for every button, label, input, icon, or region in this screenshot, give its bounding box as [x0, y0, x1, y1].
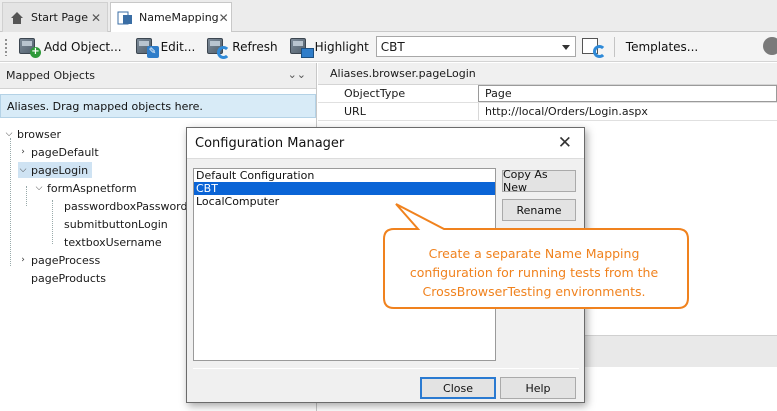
tab-label: Start Page [31, 11, 88, 24]
configuration-manager-button[interactable] [580, 36, 606, 58]
highlight-icon [288, 36, 314, 58]
tree-node[interactable]: ⌵ browser [4, 126, 61, 142]
tree-node-label: submitbuttonLogin [64, 217, 168, 231]
namemapping-icon [117, 10, 133, 26]
toolbar-grip[interactable] [4, 37, 8, 56]
aliases-drop-hint[interactable]: Aliases. Drag mapped objects here. [0, 94, 316, 118]
tree-node-label: passwordboxPassword [64, 199, 188, 213]
tree-node-label: browser [17, 127, 62, 141]
edit-button[interactable]: ✎ Edit... [131, 35, 199, 59]
tree-node-label: pageProcess [31, 253, 101, 267]
callout-line: Create a separate Name Mapping [428, 245, 640, 261]
expanded-icon[interactable]: ⌵ [34, 183, 44, 193]
tree-node-label: formAspnetform [47, 181, 137, 195]
property-value[interactable]: http://local/Orders/Login.aspx [478, 103, 777, 120]
help-label: Help [525, 381, 551, 395]
close-icon[interactable]: ✕ [219, 11, 229, 25]
collapse-chevron-icon[interactable]: ⌄⌄ [288, 68, 306, 81]
templates-label: Templates... [625, 39, 699, 54]
property-name: URL [344, 105, 366, 118]
highlight-label: Highlight [314, 39, 369, 54]
close-icon[interactable]: ✕ [558, 133, 572, 153]
expanded-icon[interactable]: ⌵ [4, 129, 14, 139]
tree-node-label: pageLogin [31, 163, 89, 177]
close-icon[interactable]: ✕ [91, 11, 101, 25]
tree-node[interactable]: › pageProcess [18, 252, 100, 268]
collapsed-icon[interactable]: › [18, 147, 28, 157]
refresh-button[interactable]: Refresh [202, 35, 280, 59]
edit-label: Edit... [160, 39, 196, 54]
dialog-title-bar: Configuration Manager ✕ [187, 128, 584, 159]
refresh-icon [205, 36, 231, 59]
object-path-header: Aliases.browser.pageLogin [318, 63, 777, 85]
dialog-separator [193, 368, 579, 369]
expanded-icon[interactable]: ⌵ [18, 165, 28, 175]
tree-node-label: pageProducts [31, 271, 106, 285]
object-path: Aliases.browser.pageLogin [330, 67, 476, 80]
add-object-icon: + [17, 36, 41, 58]
tab-namemapping[interactable]: NameMapping ✕ [110, 2, 232, 33]
highlight-button[interactable]: Highlight [285, 35, 372, 59]
document-tab-strip: Start Page ✕ NameMapping ✕ [0, 0, 777, 33]
chevron-down-icon [561, 45, 570, 50]
property-row[interactable]: ObjectType Page [318, 85, 777, 103]
tab-start-page[interactable]: Start Page ✕ [2, 2, 108, 32]
gear-icon[interactable] [763, 37, 777, 55]
property-row[interactable]: URL http://local/Orders/Login.aspx [318, 103, 777, 121]
tree-node-selected[interactable]: ⌵ pageLogin [18, 162, 93, 178]
templates-button[interactable]: Templates... [623, 35, 701, 59]
close-label: Close [443, 381, 473, 395]
copy-as-new-button[interactable]: Copy As New [502, 168, 576, 194]
tree-node[interactable]: textboxUsername [64, 234, 162, 250]
configuration-list-item[interactable]: Default Configuration [194, 169, 495, 182]
help-button[interactable]: Help [500, 377, 576, 399]
add-object-label: Add Object... [44, 39, 122, 54]
panel-title: Mapped Objects [6, 69, 95, 82]
tree-node-label: pageDefault [31, 145, 99, 159]
callout-line: configuration for running tests from the [409, 264, 659, 280]
callout-line: CrossBrowserTesting environments. [422, 283, 646, 299]
close-button[interactable]: Close [420, 377, 496, 399]
refresh-label: Refresh [232, 39, 278, 54]
home-icon [9, 10, 25, 26]
tree-node-label: textboxUsername [64, 235, 162, 249]
tab-label: NameMapping [139, 11, 219, 24]
tree-node[interactable]: passwordboxPassword [64, 198, 188, 214]
tree-node[interactable]: pageProducts [31, 270, 106, 286]
callout-text: Create a separate Name Mapping configura… [384, 236, 684, 308]
toolbar-separator [613, 36, 615, 57]
dialog-title: Configuration Manager [195, 135, 345, 151]
property-value[interactable]: Page [478, 85, 777, 102]
collapsed-icon[interactable]: › [18, 255, 28, 265]
tree-node[interactable]: › pageDefault [18, 144, 99, 160]
configuration-list-item-selected[interactable]: CBT [194, 182, 495, 195]
edit-icon: ✎ [134, 36, 159, 58]
configuration-select-value: CBT [380, 39, 405, 54]
property-name: ObjectType [344, 87, 406, 100]
panel-header: Mapped Objects ⌄⌄ [0, 63, 316, 89]
copy-as-new-label: Copy As New [503, 168, 548, 194]
add-object-button[interactable]: + Add Object... [14, 35, 125, 59]
configuration-select[interactable]: CBT [375, 36, 576, 57]
tree-node[interactable]: ⌵ formAspnetform [34, 180, 137, 196]
toolbar: + Add Object... ✎ Edit... Refresh Highli… [0, 32, 777, 62]
aliases-hint-text: Aliases. Drag mapped objects here. [7, 99, 203, 113]
tree-node[interactable]: submitbuttonLogin [64, 216, 168, 232]
